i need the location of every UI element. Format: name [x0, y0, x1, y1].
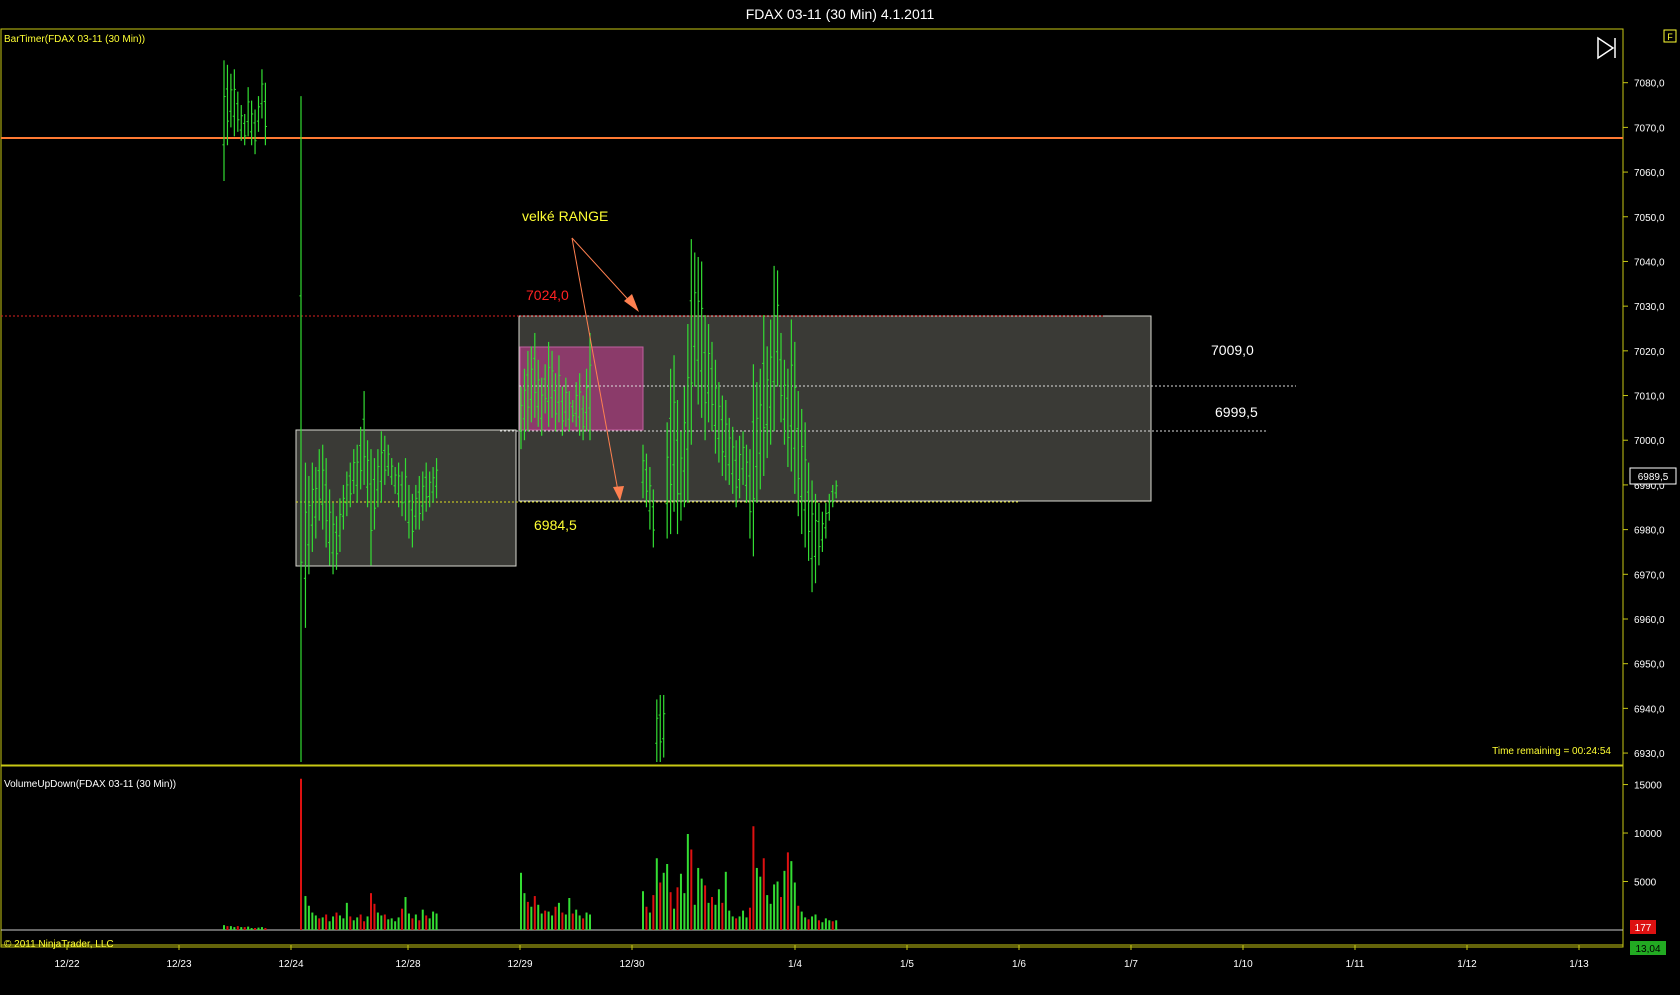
- current-volume-value: 177: [1635, 923, 1652, 934]
- bottom-value: 13,04: [1635, 944, 1660, 955]
- time-axis-label: 12/24: [278, 959, 303, 970]
- price-axis-label: 7030,0: [1634, 302, 1665, 313]
- price-axis-label: 7060,0: [1634, 168, 1665, 179]
- price-axis-label: 6960,0: [1634, 615, 1665, 626]
- annotation-velke-range: velké RANGE: [522, 208, 608, 224]
- price-axis-label: 7040,0: [1634, 257, 1665, 268]
- copyright-label: © 2011 NinjaTrader, LLC: [4, 939, 114, 950]
- volume-axis: 15000 10000 5000: [1623, 781, 1662, 889]
- price-axis-label: 6930,0: [1634, 749, 1665, 760]
- level-label-low: 6984,5: [534, 517, 577, 533]
- price-axis-label: 7050,0: [1634, 213, 1665, 224]
- bottom-value-tag: 13,04: [1630, 941, 1666, 955]
- price-axis: 7080,0 7070,0 7060,0 7050,0 7040,0 7030,0 7020…: [1623, 79, 1665, 760]
- time-axis-label: 1/12: [1457, 959, 1477, 970]
- volume-axis-label: 10000: [1634, 829, 1662, 840]
- current-price-tag: 6989,5: [1629, 467, 1677, 485]
- volume-axis-label: 15000: [1634, 781, 1662, 792]
- time-remaining-label: Time remaining = 00:24:54: [1492, 746, 1611, 757]
- time-axis-label: 1/6: [1012, 959, 1026, 970]
- time-axis-label: 1/11: [1346, 959, 1365, 970]
- time-axis: 12/22 12/23 12/24 12/28 12/29 12/30 1/4 1/5 1/6 1…: [54, 945, 1589, 970]
- scroll-to-end-icon[interactable]: [1594, 36, 1620, 60]
- level-label-low-mid: 6999,5: [1215, 404, 1258, 420]
- level-label-high: 7024,0: [526, 287, 569, 303]
- time-axis-label: 1/13: [1569, 959, 1589, 970]
- time-axis-label: 12/28: [395, 959, 420, 970]
- price-axis-label: 6970,0: [1634, 570, 1665, 581]
- time-axis-label: 12/23: [166, 959, 191, 970]
- time-axis-label: 12/29: [507, 959, 532, 970]
- price-axis-label: 6940,0: [1634, 704, 1665, 715]
- panel-menu-button[interactable]: F: [1663, 29, 1677, 43]
- price-axis-label: 7000,0: [1634, 436, 1665, 447]
- price-axis-label: 6980,0: [1634, 526, 1665, 537]
- chart-svg: FDAX 03-11 (30 Min) 4.1.2011 7080,0 7070,…: [0, 6, 1677, 970]
- level-label-mid: 7009,0: [1211, 342, 1254, 358]
- time-axis-label: 12/22: [54, 959, 79, 970]
- time-axis-label: 12/30: [619, 959, 644, 970]
- price-axis-label: 7020,0: [1634, 347, 1665, 358]
- price-axis-label: 7070,0: [1634, 123, 1665, 134]
- time-axis-label: 1/4: [788, 959, 802, 970]
- current-volume-tag: 177: [1630, 920, 1656, 934]
- price-axis-label: 7010,0: [1634, 392, 1665, 403]
- panel-menu-glyph: F: [1667, 32, 1673, 42]
- volume-bars: [223, 778, 838, 930]
- bartimer-label: BarTimer(FDAX 03-11 (30 Min)): [4, 34, 145, 45]
- volume-indicator-label: VolumeUpDown(FDAX 03-11 (30 Min)): [4, 779, 176, 790]
- current-price-value: 6989,5: [1638, 472, 1669, 483]
- window-title: FDAX 03-11 (30 Min) 4.1.2011: [746, 6, 935, 22]
- time-axis-label: 1/7: [1124, 959, 1138, 970]
- price-axis-label: 6950,0: [1634, 660, 1665, 671]
- time-axis-label: 1/10: [1233, 959, 1253, 970]
- volume-axis-label: 5000: [1634, 878, 1657, 889]
- price-axis-label: 7080,0: [1634, 79, 1665, 90]
- time-axis-label: 1/5: [900, 959, 914, 970]
